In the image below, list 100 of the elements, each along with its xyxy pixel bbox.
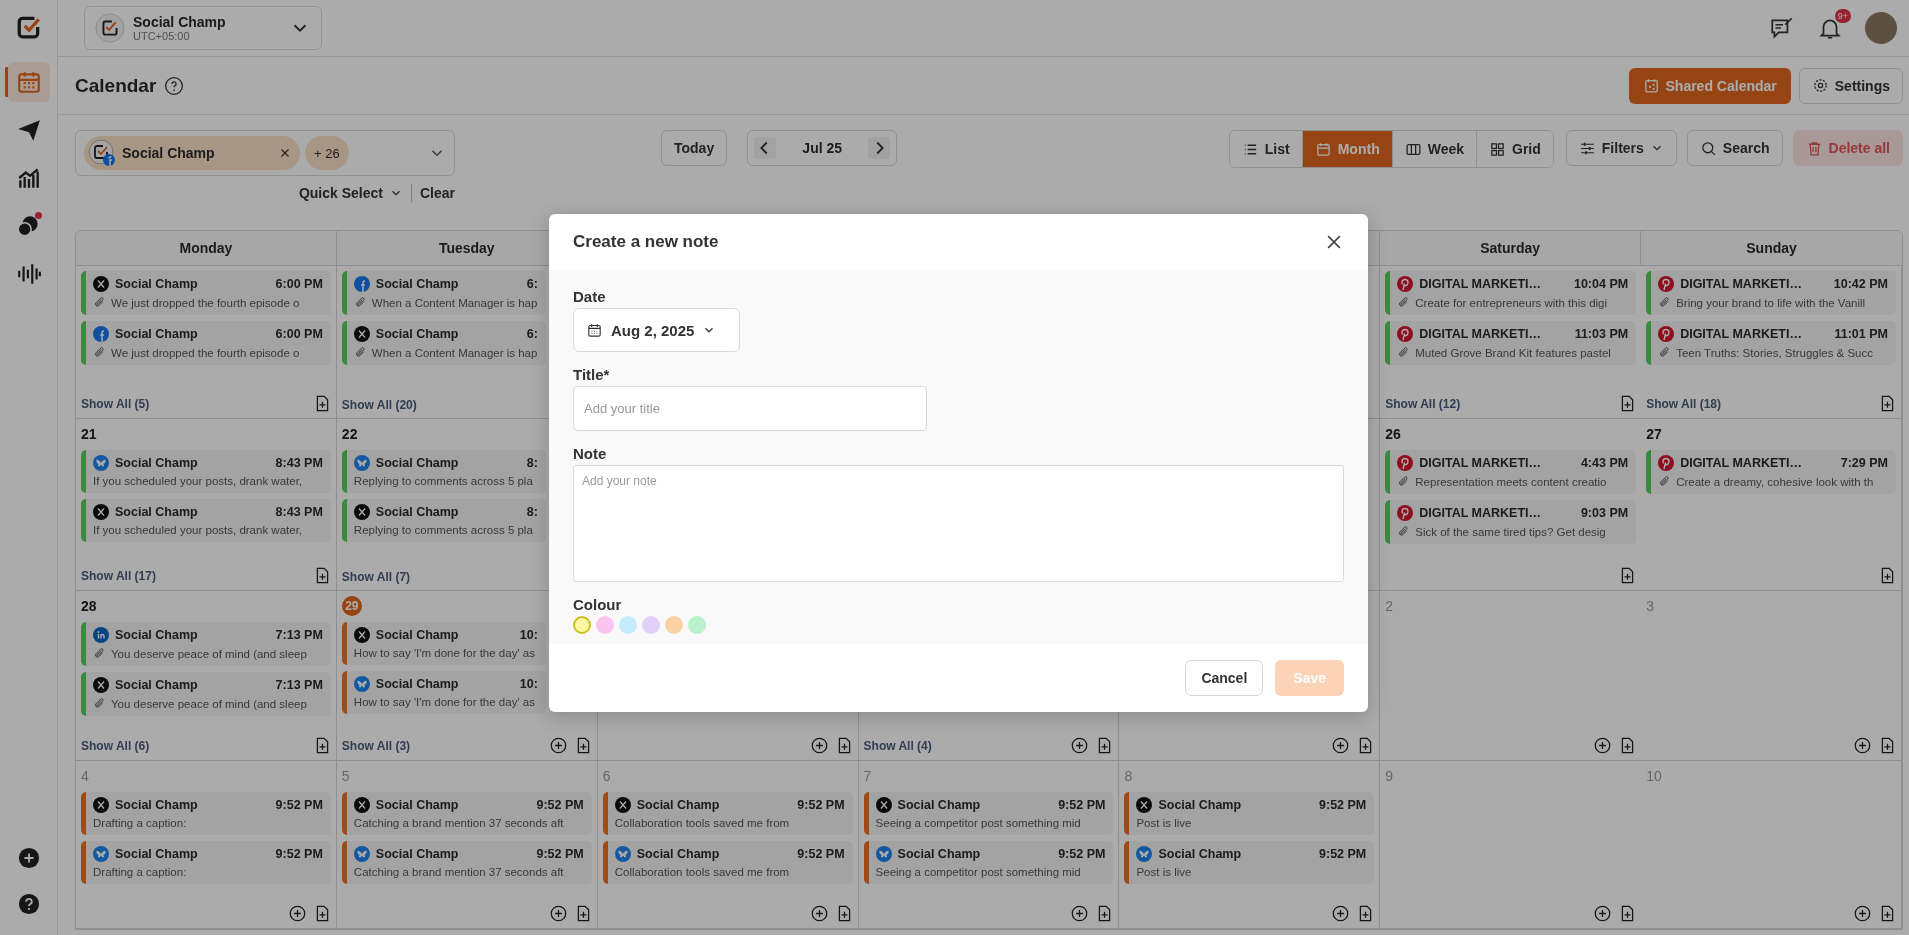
add-circle-icon[interactable] — [810, 737, 828, 754]
show-all-link[interactable]: Show All (5) — [81, 396, 150, 411]
add-circle-icon[interactable] — [1071, 737, 1089, 754]
add-note-icon[interactable] — [1879, 395, 1896, 412]
post-card[interactable]: DIGITAL MARKETI… 9:03 PM Sick of the same tired tips? Get desig — [1385, 500, 1637, 544]
add-circle-icon[interactable] — [1594, 905, 1612, 922]
account-name: Social Champ — [375, 505, 459, 519]
colour-swatch[interactable] — [619, 616, 637, 634]
post-time: 9:52 PM — [1319, 798, 1367, 812]
show-all-link[interactable]: Show All (6) — [81, 738, 150, 753]
show-all-link[interactable]: Show All (17) — [81, 568, 156, 583]
settings-button[interactable]: Settings — [1798, 67, 1903, 104]
post-card[interactable]: Social Champ 9:52 PM Seeing a competitor post something mid — [863, 792, 1114, 835]
post-card[interactable]: DIGITAL MARKETI… 10:04 PM Create for entrepreneurs with this digi — [1385, 271, 1637, 315]
post-card[interactable]: DIGITAL MARKETI… 11:03 PM Muted Grove Brand Kit features pastel — [1385, 321, 1637, 365]
post-card[interactable]: Social Champ 6:00 PM We just dropped the fourth episode o — [81, 271, 331, 315]
account-name: DIGITAL MARKETI… — [1680, 456, 1802, 470]
post-card[interactable]: Social Champ 9:52 PM Post is live — [1124, 792, 1375, 835]
chevron-right-icon[interactable] — [868, 137, 891, 159]
colour-swatch[interactable] — [573, 616, 591, 634]
post-card[interactable]: Social Champ 7:13 PM You deserve peace of mind (and sleep — [81, 672, 331, 716]
show-all-link[interactable]: Show All (4) — [863, 738, 932, 753]
add-circle-icon[interactable] — [810, 905, 828, 922]
post-card[interactable]: Social Champ 6: When a Content Manager is hap — [341, 271, 546, 315]
add-circle-icon[interactable] — [1854, 905, 1871, 922]
post-card[interactable]: DIGITAL MARKETI… 10:42 PM Bring your brand to life with the Vanill — [1646, 271, 1896, 315]
logo-icon[interactable] — [15, 14, 42, 40]
add-circle-icon[interactable] — [1332, 737, 1350, 754]
colour-swatch[interactable] — [642, 616, 660, 634]
show-all-link[interactable]: Show All (3) — [341, 738, 411, 753]
post-card[interactable]: Social Champ 9:52 PM Drafting a caption: — [81, 841, 331, 884]
profile-chip[interactable]: Social Champ — [84, 136, 300, 170]
avatar[interactable] — [1865, 12, 1897, 44]
post-text: Create for entrepreneurs with this digi — [1415, 296, 1608, 309]
post-card[interactable]: Social Champ 6:00 PM We just dropped the fourth episode o — [81, 321, 331, 365]
grid-icon — [1489, 140, 1506, 158]
post-card[interactable]: Social Champ 9:52 PM Drafting a caption: — [81, 792, 331, 835]
post-card[interactable]: Social Champ 9:52 PM Collaboration tools saved me from — [602, 841, 853, 884]
add-note-icon[interactable] — [1879, 737, 1896, 754]
account-name: Social Champ — [375, 628, 459, 642]
show-all-link[interactable]: Show All (18) — [1646, 396, 1722, 411]
note-textarea[interactable]: Add your note — [573, 465, 1344, 582]
post-card[interactable]: Social Champ 9:52 PM Catching a brand mention 37 seconds aft — [341, 792, 592, 835]
view-tab[interactable]: List — [1229, 131, 1303, 167]
post-text: Catching a brand mention 37 seconds aft — [353, 817, 564, 829]
post-text: Drafting a caption: — [93, 817, 187, 829]
colour-swatch[interactable] — [665, 616, 683, 634]
post-card[interactable]: Social Champ 10: How to say 'I'm done for the day' as — [341, 671, 546, 714]
post-card[interactable]: Social Champ 8: Replying to comments across 5 pla — [341, 450, 546, 493]
date-picker[interactable]: Aug 2, 2025 — [573, 308, 740, 352]
help-icon[interactable] — [164, 75, 185, 96]
post-card[interactable]: DIGITAL MARKETI… 4:43 PM Representation meets content creatio — [1385, 450, 1637, 494]
add-note-icon[interactable] — [1879, 567, 1896, 584]
search-button[interactable]: Search — [1686, 130, 1783, 166]
clear-button[interactable]: Clear — [419, 185, 455, 201]
post-card[interactable]: Social Champ 10: How to say 'I'm done for the day' as — [341, 622, 546, 665]
x-logo-icon — [353, 627, 370, 643]
post-card[interactable]: Social Champ 7:13 PM You deserve peace of mind (and sleep — [81, 622, 331, 666]
colour-swatch[interactable] — [688, 616, 706, 634]
post-card[interactable]: Social Champ 9:52 PM Catching a brand mention 37 seconds aft — [341, 841, 592, 884]
notes-icon[interactable] — [1769, 15, 1795, 41]
title-input[interactable]: Add your title — [573, 386, 927, 431]
post-card[interactable]: Social Champ 9:52 PM Collaboration tools saved me from — [602, 792, 853, 835]
show-all-link[interactable]: Show All (12) — [1385, 396, 1461, 411]
add-circle-icon[interactable] — [1332, 905, 1350, 922]
quick-select-button[interactable]: Quick Select — [298, 185, 403, 201]
day-number: 6 — [602, 767, 611, 786]
add-circle-icon[interactable] — [549, 737, 567, 754]
add-circle-icon[interactable] — [1594, 737, 1612, 754]
account-name: Social Champ — [115, 628, 198, 642]
linkedin-logo-icon — [93, 627, 109, 643]
show-all-link[interactable]: Show All (20) — [341, 398, 417, 412]
colour-swatch[interactable] — [596, 616, 614, 634]
post-card[interactable]: Social Champ 6: When a Content Manager is hap — [341, 321, 546, 365]
add-icon[interactable] — [17, 847, 40, 869]
post-card[interactable]: Social Champ 8: Replying to comments across 5 pla — [341, 499, 546, 542]
x-logo-icon — [353, 504, 370, 520]
account-name: Social Champ — [115, 505, 198, 519]
post-card[interactable]: DIGITAL MARKETI… 7:29 PM Create a dreamy, cohesive look with th — [1646, 450, 1896, 494]
more-profiles-count[interactable]: + 26 — [305, 136, 349, 170]
show-all-link[interactable]: Show All (7) — [341, 570, 411, 584]
filters-button[interactable]: Filters — [1565, 130, 1677, 166]
post-card[interactable]: Social Champ 9:52 PM Seeing a competitor post something mid — [863, 841, 1114, 884]
add-note-icon[interactable] — [1879, 905, 1896, 922]
workspace-selector[interactable]: Social Champ UTC+05:00 — [84, 6, 322, 50]
cancel-button[interactable]: Cancel — [1185, 660, 1264, 696]
help-icon[interactable] — [17, 893, 40, 915]
add-circle-icon[interactable] — [1071, 905, 1089, 922]
post-card[interactable]: Social Champ 8:43 PM If you scheduled your posts, drank water, — [81, 450, 331, 493]
post-card[interactable]: DIGITAL MARKETI… 11:01 PM Teen Truths: Stories, Struggles & Succ — [1646, 321, 1896, 365]
post-card[interactable]: Social Champ 8:43 PM If you scheduled your posts, drank water, — [81, 499, 331, 542]
today-button[interactable]: Today — [661, 130, 728, 166]
profile-selector[interactable]: Social Champ + 26 — [75, 130, 455, 176]
add-circle-icon[interactable] — [288, 905, 306, 922]
post-time: 7:29 PM — [1840, 456, 1888, 470]
add-circle-icon[interactable] — [1854, 737, 1871, 754]
post-card[interactable]: Social Champ 9:52 PM Post is live — [1124, 841, 1375, 884]
chevron-left-icon[interactable] — [754, 137, 777, 159]
post-text: Post is live — [1136, 866, 1192, 878]
add-circle-icon[interactable] — [549, 905, 567, 922]
